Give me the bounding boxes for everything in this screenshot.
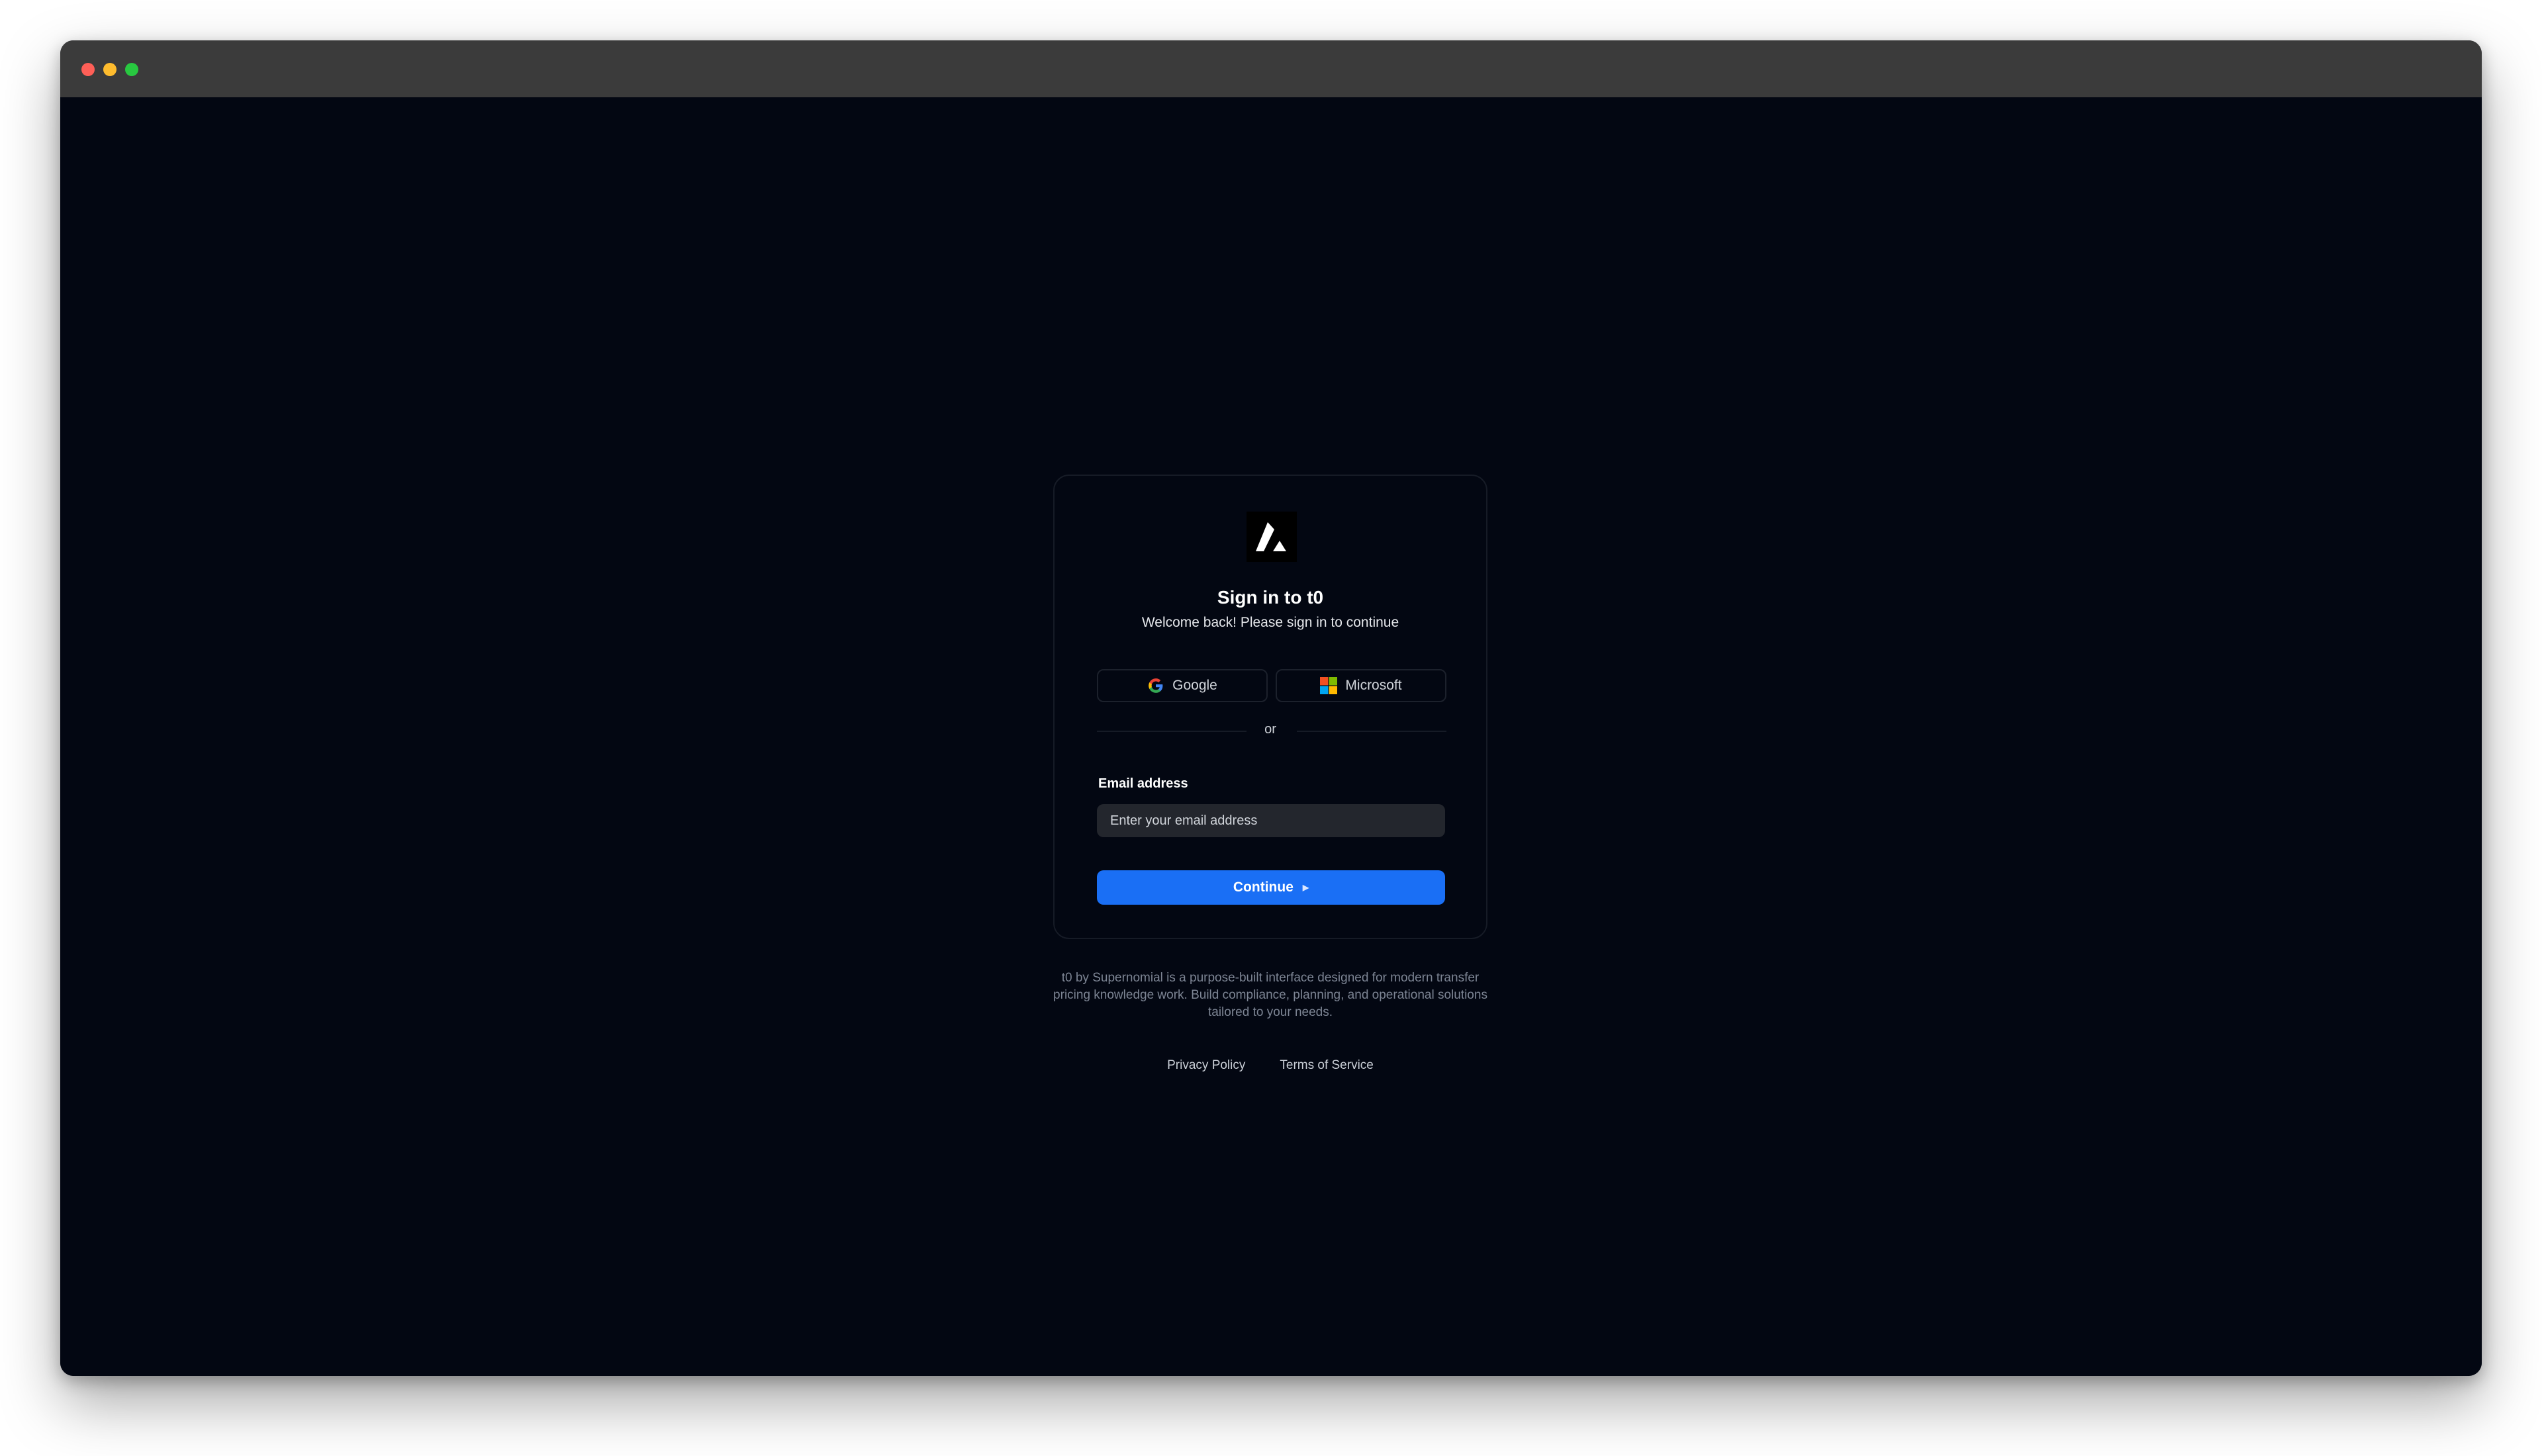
microsoft-squares-icon <box>1320 677 1338 694</box>
continue-button[interactable]: Continue ▶ <box>1097 870 1445 905</box>
microsoft-button-label: Microsoft <box>1345 678 1402 693</box>
microsoft-signin-button[interactable]: Microsoft <box>1276 669 1446 702</box>
footer-description: t0 by Supernomial is a purpose-built int… <box>1053 971 1487 1019</box>
close-window-button[interactable] <box>81 63 95 76</box>
page-subtitle: Welcome back! Please sign in to continue <box>1141 615 1399 630</box>
email-field[interactable] <box>1097 804 1445 837</box>
page-title: Sign in to t0 <box>1217 587 1324 608</box>
maximize-window-button[interactable] <box>125 63 138 76</box>
minimize-window-button[interactable] <box>103 63 117 76</box>
window-titlebar <box>60 40 2482 97</box>
continue-button-label: Continue <box>1233 880 1294 895</box>
caret-right-icon: ▶ <box>1302 883 1309 892</box>
signin-card: Sign in to t0 Welcome back! Please sign … <box>1053 475 1487 939</box>
email-label: Email address <box>1098 776 1188 791</box>
google-signin-button[interactable]: Google <box>1097 669 1268 702</box>
footer-links: Privacy Policy Terms of Service <box>1053 1058 1487 1073</box>
divider-text: or <box>1264 722 1276 737</box>
divider-right <box>1297 731 1446 732</box>
browser-window: Sign in to t0 Welcome back! Please sign … <box>60 40 2482 1376</box>
page-content: Sign in to t0 Welcome back! Please sign … <box>60 97 2482 1376</box>
google-button-label: Google <box>1172 678 1217 693</box>
logo-graphic <box>1256 522 1286 551</box>
privacy-policy-link[interactable]: Privacy Policy <box>1167 1058 1245 1073</box>
triangle-logo-icon <box>1247 512 1297 562</box>
google-g-icon <box>1149 678 1163 693</box>
terms-of-service-link[interactable]: Terms of Service <box>1280 1058 1373 1073</box>
